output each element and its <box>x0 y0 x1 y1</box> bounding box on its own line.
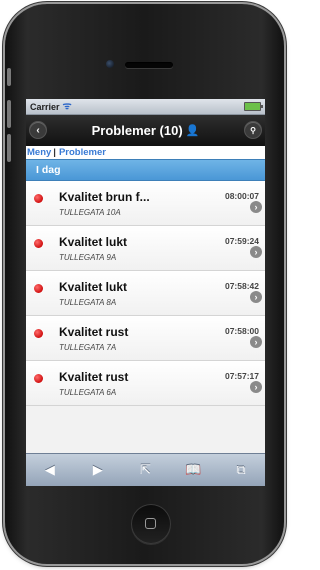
status-dot-icon <box>34 374 43 383</box>
status-dot-icon <box>34 194 43 203</box>
problem-list: Kvalitet brun f... TULLEGATA 10A 08:00:0… <box>26 181 265 406</box>
forward-arrow-icon[interactable]: ▶ <box>83 462 113 478</box>
tabs-icon[interactable]: ⧉ <box>226 462 256 478</box>
list-item[interactable]: Kvalitet lukt TULLEGATA 9A 07:59:24 › <box>26 226 265 271</box>
search-icon: ⚲ <box>250 125 256 135</box>
item-time: 07:59:24 <box>224 236 259 246</box>
list-item[interactable]: Kvalitet rust TULLEGATA 7A 07:58:00 › <box>26 316 265 361</box>
status-bar: Carrier ᯤ <box>26 99 265 115</box>
chevron-right-icon: › <box>250 246 262 258</box>
back-arrow-icon[interactable]: ◀ <box>35 462 65 478</box>
screen: Carrier ᯤ ‹ Problemer (10) 👤 ⚲ Meny | Pr… <box>26 99 265 486</box>
item-title: Kvalitet brun f... <box>59 190 150 204</box>
breadcrumb-problemer-link[interactable]: Problemer <box>59 147 106 158</box>
volume-down-button <box>7 134 11 162</box>
chevron-right-icon: › <box>250 291 262 303</box>
item-address: TULLEGATA 7A <box>59 343 117 352</box>
item-title: Kvalitet lukt <box>59 280 128 294</box>
back-button[interactable]: ‹ <box>30 122 46 138</box>
list-item[interactable]: Kvalitet brun f... TULLEGATA 10A 08:00:0… <box>26 181 265 226</box>
back-icon: ‹ <box>36 124 40 136</box>
item-time: 08:00:07 <box>224 191 259 201</box>
breadcrumb: Meny | Problemer <box>26 146 265 159</box>
breadcrumb-meny-link[interactable]: Meny <box>27 147 51 158</box>
item-title: Kvalitet lukt <box>59 235 128 249</box>
carrier-label: Carrier <box>30 101 60 112</box>
safari-toolbar: ◀ ▶ ⇱ 📖 ⧉ <box>26 453 265 486</box>
item-time: 07:58:42 <box>224 281 259 291</box>
earpiece-speaker <box>125 62 173 68</box>
wifi-icon: ᯤ <box>62 100 72 112</box>
section-header: I dag <box>26 159 265 181</box>
share-icon[interactable]: ⇱ <box>130 462 160 478</box>
item-title: Kvalitet rust <box>59 370 129 384</box>
battery-icon <box>244 102 263 111</box>
item-address: TULLEGATA 6A <box>59 388 117 397</box>
item-address: TULLEGATA 8A <box>59 298 117 307</box>
section-title: I dag <box>36 164 61 176</box>
breadcrumb-separator: | <box>53 147 56 158</box>
user-icon: 👤 <box>185 125 200 137</box>
search-button[interactable]: ⚲ <box>245 122 261 138</box>
volume-up-button <box>7 100 11 128</box>
front-camera <box>106 60 114 68</box>
status-dot-icon <box>34 329 43 338</box>
mute-switch <box>7 68 11 86</box>
status-dot-icon <box>34 239 43 248</box>
item-address: TULLEGATA 10A <box>59 208 121 217</box>
app-header: ‹ Problemer (10) 👤 ⚲ <box>26 115 265 146</box>
list-item[interactable]: Kvalitet lukt TULLEGATA 8A 07:58:42 › <box>26 271 265 316</box>
page-title: Problemer (10) <box>91 123 183 138</box>
item-address: TULLEGATA 9A <box>59 253 117 262</box>
home-button[interactable] <box>131 504 171 544</box>
carrier-info: Carrier ᯤ <box>30 100 72 112</box>
chevron-right-icon: › <box>250 201 262 213</box>
home-square-icon <box>145 518 156 529</box>
bookmarks-icon[interactable]: 📖 <box>178 462 208 478</box>
chevron-right-icon: › <box>250 381 262 393</box>
item-time: 07:57:17 <box>224 371 259 381</box>
chevron-right-icon: › <box>250 336 262 348</box>
status-dot-icon <box>34 284 43 293</box>
item-title: Kvalitet rust <box>59 325 129 339</box>
item-time: 07:58:00 <box>224 326 259 336</box>
list-item[interactable]: Kvalitet rust TULLEGATA 6A 07:57:17 › <box>26 361 265 406</box>
